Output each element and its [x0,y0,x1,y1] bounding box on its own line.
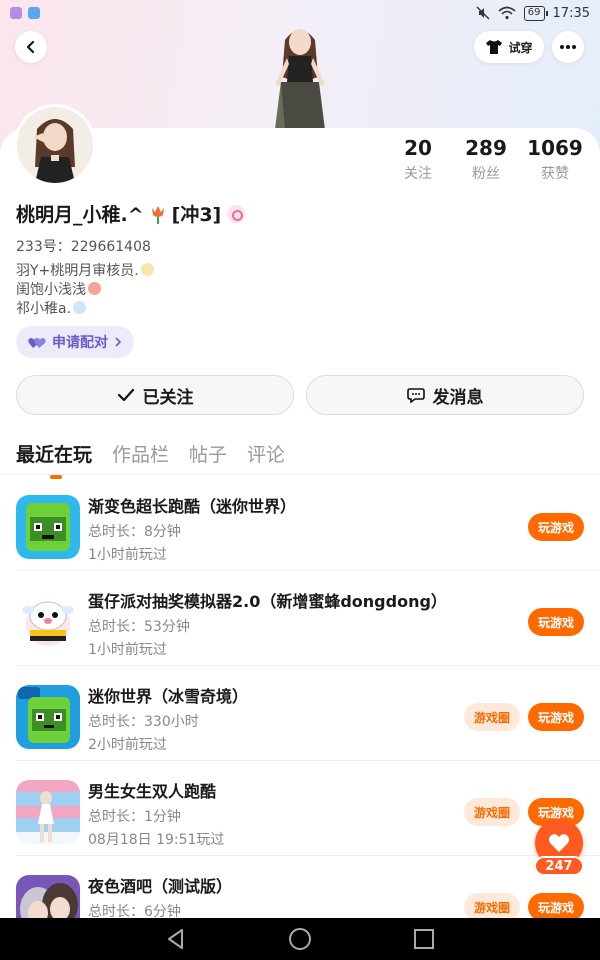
send-message-button[interactable]: 发消息 [306,375,584,415]
game-duration: 总时长：1分钟 [88,809,181,825]
status-time: 17:35 [552,5,590,21]
stat-label: 粉丝 [472,166,500,182]
nickname: 桃明月_小稚.^ [冲3] [16,200,246,227]
game-title: 迷你世界（冰雪奇境） [88,687,249,706]
identity-badge-icon [227,204,246,223]
game-icon [16,685,80,749]
stat-following[interactable]: 20 关注 [384,136,452,183]
flower-emoji-icon [140,263,154,276]
app-notification-icon [10,7,22,19]
game-list-item[interactable]: 蛋仔派对抽奖模拟器2.0（新增蜜蜂dongdong） 总时长：53分钟 1小时前… [16,571,600,666]
user-id: 233号：229661408 [16,239,151,255]
followed-button[interactable]: 已关注 [16,375,294,415]
wifi-icon [498,6,516,20]
followed-label: 已关注 [142,387,194,408]
avatar-portrait-icon [17,107,93,183]
mini-world-ice-icon [16,685,80,749]
game-last-played: 2小时前玩过 [88,737,167,753]
game-circle-button[interactable]: 游戏圈 [464,893,520,921]
game-title: 男生女生双人跑酷 [88,782,217,801]
tshirt-icon [486,40,503,54]
play-game-button[interactable]: 玩游戏 [528,893,584,921]
nickname-suffix: [冲3] [171,204,222,226]
stat-value: 20 [404,136,432,160]
tulip-emoji-icon [151,205,164,224]
more-dots-icon [560,45,576,49]
request-pair-label: 申请配对 [52,335,108,351]
avatar-character-figure[interactable] [255,22,345,132]
nav-home-icon[interactable] [288,927,312,951]
more-button[interactable] [552,31,584,63]
game-title: 夜色酒吧（测试版） [88,877,233,896]
game-last-played: 1小时前玩过 [88,642,167,658]
tulip-emoji-icon [88,282,101,295]
chat-bubble-icon [406,388,425,403]
stat-value: 289 [465,136,507,160]
nav-recents-icon[interactable] [412,927,436,951]
game-circle-button[interactable]: 游戏圈 [464,703,520,731]
recent-games-list: 渐变色超长跑酷（迷你世界） 总时长：8分钟 1小时前玩过 玩游戏 蛋仔派对抽奖模… [0,476,600,951]
try-on-label: 试穿 [508,40,533,55]
back-arrow-icon [26,40,35,54]
play-game-button[interactable]: 玩游戏 [528,703,584,731]
try-on-button[interactable]: 试穿 [474,31,544,63]
game-list-item[interactable]: 男生女生双人跑酷 总时长：1分钟 08月18日 19:51玩过 游戏圈 玩游戏 [16,761,600,856]
status-app-icons [10,7,40,19]
double-heart-icon [28,338,46,348]
stat-likes[interactable]: 1069 获赞 [520,136,590,183]
avatar[interactable] [14,104,96,186]
mute-icon [476,6,490,20]
game-list-item[interactable]: 迷你世界（冰雪奇境） 总时长：330小时 2小时前玩过 游戏圈 玩游戏 [16,666,600,761]
game-duration: 总时长：8分钟 [88,524,181,540]
game-title: 渐变色超长跑酷（迷你世界） [88,497,297,516]
stat-followers[interactable]: 289 粉丝 [452,136,520,183]
check-icon [117,388,134,402]
tabs-divider [0,474,600,475]
game-icon [16,495,80,559]
back-button[interactable] [15,31,47,63]
play-game-button[interactable]: 玩游戏 [528,513,584,541]
game-title: 蛋仔派对抽奖模拟器2.0（新增蜜蜂dongdong） [88,592,447,611]
stat-value: 1069 [527,136,583,160]
bio-line: 羽Y+桃明月审核员. [16,262,154,281]
send-message-label: 发消息 [432,387,484,408]
game-duration: 总时长：330小时 [88,714,199,730]
app-notification-icon [28,7,40,19]
mini-world-block-icon [16,495,80,559]
bio-line: 祁小稚a. [16,300,154,319]
profile-stats: 20 关注 289 粉丝 1069 获赞 [384,136,590,183]
game-icon [16,590,80,654]
heart-icon [548,834,570,852]
game-circle-button[interactable]: 游戏圈 [464,798,520,826]
request-pair-button[interactable]: 申请配对 [16,326,134,358]
eggy-bee-icon [16,590,80,654]
game-duration: 总时长：53分钟 [88,619,190,635]
system-navigation-bar [0,918,600,960]
game-icon [16,780,80,844]
nickname-text: 桃明月_小稚.^ [16,204,144,226]
play-game-button[interactable]: 玩游戏 [528,608,584,636]
stat-label: 获赞 [541,166,569,182]
chevron-right-icon [115,337,122,347]
bio-line: 闺饱小浅浅 [16,281,154,300]
game-last-played: 1小时前玩过 [88,547,167,563]
parkour-character-icon [16,780,80,844]
stat-label: 关注 [404,166,432,182]
game-list-item[interactable]: 渐变色超长跑酷（迷你世界） 总时长：8分钟 1小时前玩过 玩游戏 [16,476,600,571]
wind-emoji-icon [73,301,87,314]
bio: 羽Y+桃明月审核员. 闺饱小浅浅 祁小稚a. [16,262,154,319]
game-last-played: 08月18日 19:51玩过 [88,832,225,848]
nav-back-icon[interactable] [164,927,188,951]
like-count: 247 [534,856,584,876]
battery-icon: 69 [523,5,548,21]
